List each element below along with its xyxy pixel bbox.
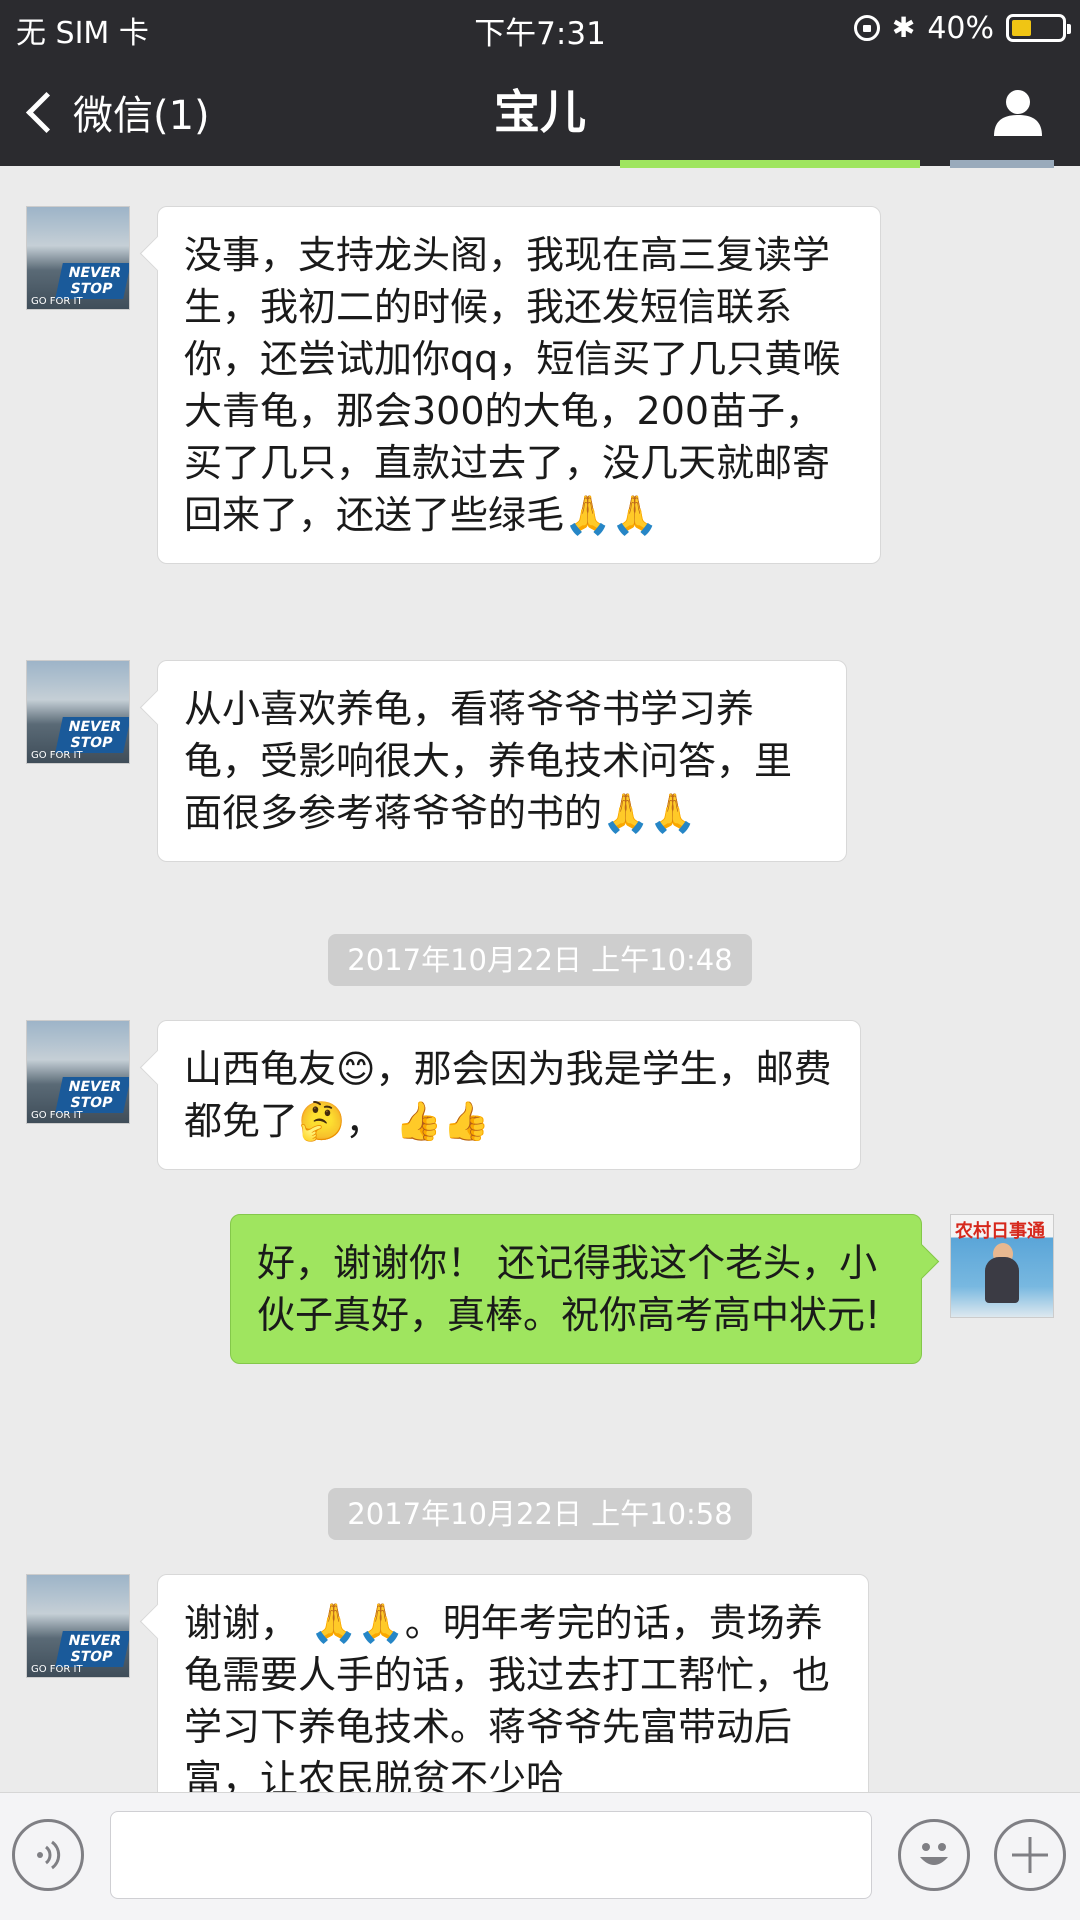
voice-button[interactable] (12, 1819, 84, 1891)
battery-icon (1006, 14, 1071, 42)
message-input[interactable] (110, 1811, 872, 1899)
message-bubble[interactable]: 山西龟友😊，那会因为我是学生，邮费都免了🤔， 👍👍 (157, 1020, 861, 1170)
timestamp: 2017年10月22日 上午10:58 (328, 1488, 752, 1540)
avatar[interactable]: NEVER STOP GO FOR IT (26, 1020, 130, 1124)
avatar-caption: GO FOR IT (31, 296, 83, 307)
orientation-lock-icon (853, 15, 880, 41)
emoji-button[interactable] (898, 1819, 970, 1891)
avatar[interactable]: NEVER STOP GO FOR IT (26, 1574, 130, 1678)
avatar-caption: GO FOR IT (31, 750, 83, 761)
self-avatar-magazine-title: 农村日事通 (955, 1221, 1045, 1242)
status-right-group: ✱ 40% (853, 6, 1071, 50)
message-bubble[interactable]: 谢谢， 🙏🙏。明年考完的话，贵场养龟需要人手的话，我过去打工帮忙，也学习下养龟技… (157, 1574, 869, 1792)
self-avatar-person (985, 1257, 1019, 1303)
bluetooth-icon: ✱ (891, 11, 916, 44)
add-button[interactable] (994, 1819, 1066, 1891)
avatar-badge: NEVER STOP (55, 263, 129, 299)
avatar-caption: GO FOR IT (31, 1110, 83, 1121)
message-bubble[interactable]: 没事，支持龙头阁，我现在高三复读学生，我初二的时候，我还发短信联系你，还尝试加你… (157, 206, 881, 564)
self-avatar[interactable]: 农村日事通 (950, 1214, 1054, 1318)
chat-area[interactable]: NEVER STOP GO FOR IT 没事，支持龙头阁，我现在高三复读学生，… (0, 166, 1080, 1792)
plus-icon (1012, 1837, 1048, 1873)
avatar-caption: GO FOR IT (31, 1664, 83, 1675)
timestamp: 2017年10月22日 上午10:48 (328, 934, 752, 986)
top-bar: 无 SIM 卡 下午7:31 ✱ 40% 微信(1) 宝儿 (0, 0, 1080, 166)
input-bar (0, 1792, 1080, 1920)
chevron-left-icon (25, 91, 68, 133)
battery-level (1012, 20, 1031, 36)
person-icon[interactable] (992, 86, 1044, 138)
emoji-icon (920, 1843, 948, 1865)
nav-bar: 微信(1) 宝儿 (0, 56, 1080, 166)
back-label: 微信(1) (73, 93, 210, 139)
message-bubble[interactable]: 从小喜欢养龟，看蒋爷爷书学习养龟，受影响很大，养龟技术问答，里面很多参考蒋爷爷的… (157, 660, 847, 862)
message-bubble-self[interactable]: 好，谢谢你！ 还记得我这个老头，小伙子真好，真棒。祝你高考高中状元! (230, 1214, 922, 1364)
battery-percent: 40% (927, 10, 994, 46)
status-bar: 无 SIM 卡 下午7:31 ✱ 40% (0, 0, 1080, 56)
voice-icon (37, 1840, 61, 1870)
avatar-badge: NEVER STOP (55, 717, 129, 753)
avatar[interactable]: NEVER STOP GO FOR IT (26, 206, 130, 310)
avatar-badge: NEVER STOP (55, 1631, 129, 1667)
back-button[interactable]: 微信(1) (24, 82, 210, 142)
avatar[interactable]: NEVER STOP GO FOR IT (26, 660, 130, 764)
avatar-badge: NEVER STOP (55, 1077, 129, 1113)
